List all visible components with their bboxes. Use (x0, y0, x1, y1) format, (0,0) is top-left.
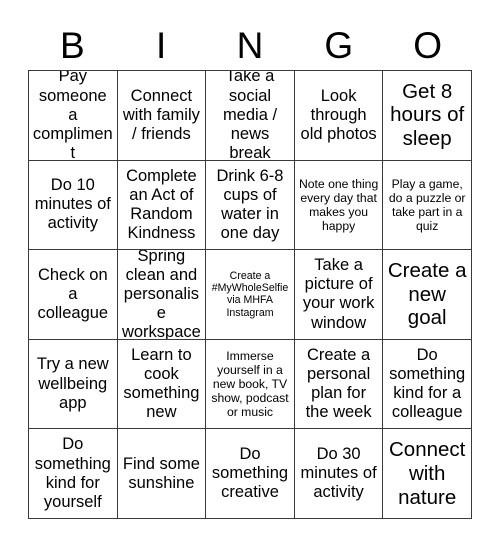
bingo-cell-r3c3[interactable]: Create a #MyWholeSelfie via MHFA Instagr… (206, 250, 295, 340)
bingo-cell-text: Connect with nature (389, 438, 466, 509)
bingo-cell-r1c4[interactable]: Look through old photos (294, 71, 384, 161)
bingo-cell-r4c5[interactable]: Do something kind for a colleague (383, 339, 472, 430)
header-letter-i: I (156, 24, 167, 66)
bingo-cell-text: Take a social media / news break (222, 71, 278, 161)
bingo-cell-text: Do something kind for a colleague (389, 345, 466, 422)
bingo-cell-text: Immerse yourself in a new book, TV show,… (211, 348, 289, 420)
bingo-cell-r2c1[interactable]: Do 10 minutes of activity (29, 160, 118, 251)
bingo-cell-text: Note one thing every day that makes you … (298, 176, 379, 234)
bingo-cell-text: Try a new wellbeing app (36, 355, 109, 412)
bingo-cell-r5c1[interactable]: Do something kind for yourself (29, 429, 118, 519)
bingo-cell-text: Complete an Act of Random Kindness (126, 166, 197, 243)
header-letter-g: G (324, 24, 354, 66)
bingo-cell-r3c5[interactable]: Create a new goal (383, 250, 472, 340)
bingo-cell-r1c3[interactable]: Take a social media / news break (206, 71, 295, 161)
bingo-cell-text: Get 8 hours of sleep (390, 79, 465, 151)
bingo-cell-r2c2[interactable]: Complete an Act of Random Kindness (117, 160, 207, 251)
bingo-cell-r2c4[interactable]: Note one thing every day that makes you … (294, 160, 384, 251)
bingo-cell-text: Create a #MyWholeSelfie via MHFA Instagr… (211, 269, 289, 319)
bingo-cell-text: Learn to cook something new (123, 345, 200, 422)
bingo-cell-r4c3[interactable]: Immerse yourself in a new book, TV show,… (206, 339, 295, 430)
bingo-cell-text: Create a new goal (387, 258, 467, 330)
bingo-cell-r2c5[interactable]: Play a game, do a puzzle or take part in… (383, 160, 472, 251)
bingo-cell-text: Do 30 minutes of activity (300, 444, 377, 502)
bingo-cell-r5c3[interactable]: Do something creative (206, 429, 295, 519)
bingo-cell-text: Check on a colleague (37, 265, 109, 323)
bingo-cell-text: Create a personal plan for the week (305, 345, 372, 422)
bingo-header-row: B I N G O (28, 20, 472, 70)
bingo-cell-text: Take a picture of your work window (302, 256, 375, 332)
bingo-cell-r1c2[interactable]: Connect with family / friends (117, 71, 207, 161)
bingo-cell-r1c1[interactable]: Pay someone a compliment (29, 71, 118, 161)
bingo-cell-text: Connect with family / friends (122, 86, 200, 143)
bingo-card: B I N G O Pay someone a compliment Connec… (28, 20, 472, 519)
bingo-cell-r4c4[interactable]: Create a personal plan for the week (294, 339, 384, 430)
bingo-cell-r5c4[interactable]: Do 30 minutes of activity (294, 429, 384, 519)
bingo-cell-r4c2[interactable]: Learn to cook something new (117, 339, 207, 430)
bingo-cell-r5c5[interactable]: Connect with nature (383, 429, 472, 519)
bingo-cell-text: Find some sunshine (122, 454, 200, 492)
bingo-cell-text: Drink 6-8 cups of water in one day (216, 166, 284, 243)
header-letter-o: O (413, 24, 442, 66)
bingo-cell-text: Do 10 minutes of activity (34, 176, 111, 233)
bingo-cell-r2c3[interactable]: Drink 6-8 cups of water in one day (206, 160, 295, 251)
bingo-cell-text: Do something kind for yourself (34, 435, 111, 511)
bingo-cell-text: Spring clean and personalise workspace (121, 250, 201, 340)
bingo-cell-r4c1[interactable]: Try a new wellbeing app (29, 339, 118, 430)
bingo-grid: Pay someone a compliment Connect with fam… (28, 70, 472, 519)
bingo-cell-text: Do something creative (211, 444, 289, 502)
bingo-cell-text: Play a game, do a puzzle or take part in… (388, 176, 466, 234)
bingo-cell-r3c4[interactable]: Take a picture of your work window (294, 250, 384, 340)
header-letter-b: B (60, 24, 85, 66)
bingo-cell-r5c2[interactable]: Find some sunshine (117, 429, 207, 519)
bingo-cell-r1c5[interactable]: Get 8 hours of sleep (383, 71, 472, 161)
bingo-cell-text: Pay someone a compliment (32, 71, 113, 161)
bingo-cell-r3c1[interactable]: Check on a colleague (29, 250, 118, 340)
bingo-cell-text: Look through old photos (300, 86, 377, 143)
bingo-cell-r3c2[interactable]: Spring clean and personalise workspace (117, 250, 207, 340)
header-letter-n: N (236, 24, 264, 66)
